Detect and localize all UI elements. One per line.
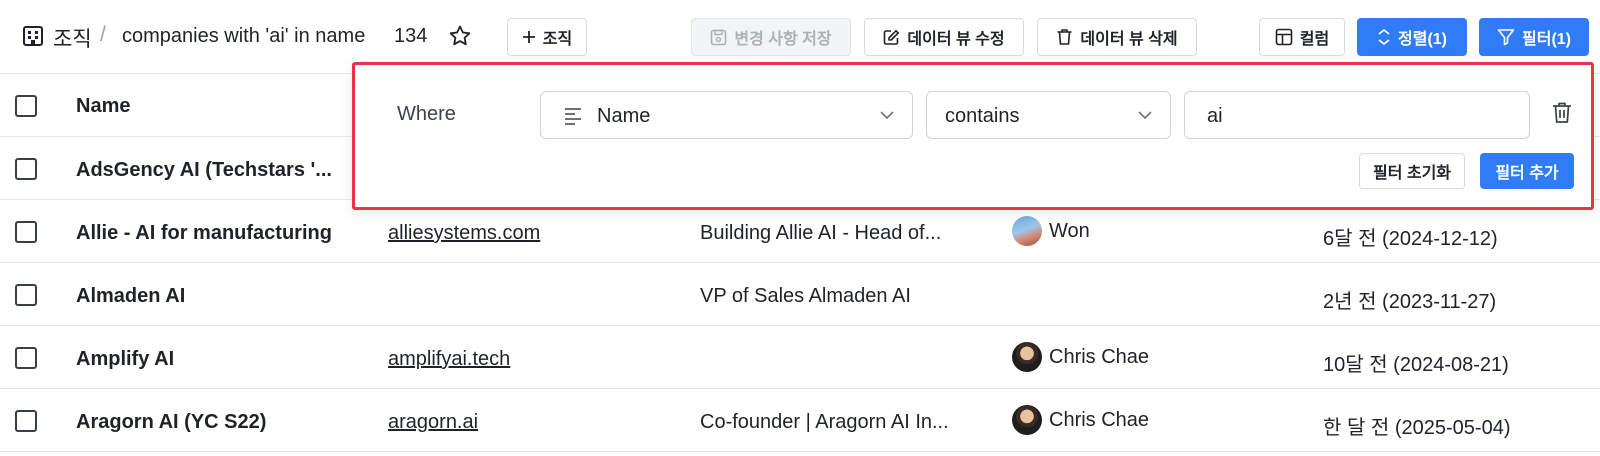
table-row[interactable]: Aragorn AI (YC S22) aragorn.ai Co-founde… [0, 390, 1600, 452]
filter-operator-value: contains [945, 105, 1020, 127]
column-header-name[interactable]: Name [76, 95, 130, 118]
plus-icon [522, 31, 535, 43]
row-checkbox[interactable] [15, 158, 37, 180]
avatar [1012, 342, 1042, 372]
record-count: 134 [394, 25, 428, 47]
add-organization-button[interactable]: 조직 [507, 18, 587, 56]
filter-operator-select[interactable]: contains [926, 91, 1171, 139]
company-description: VP of Sales Almaden AI [700, 285, 911, 307]
last-updated: 2년 전 (2023-11-27) [1323, 291, 1497, 313]
owner: Chris Chae [1012, 405, 1149, 435]
sort-icon [1378, 29, 1390, 45]
save-changes-button[interactable]: 변경 사항 저장 [691, 18, 851, 56]
columns-button[interactable]: 컬럼 [1259, 18, 1345, 56]
company-name[interactable]: Aragorn AI (YC S22) [76, 411, 266, 434]
sort-label: 정렬(1) [1398, 31, 1447, 48]
company-description: Co-founder | Aragorn AI In... [700, 411, 949, 433]
company-domain-link[interactable]: amplifyai.tech [388, 348, 510, 371]
reset-filter-button[interactable]: 필터 초기화 [1359, 153, 1465, 189]
filter-field-value: Name [597, 105, 651, 127]
row-checkbox[interactable] [15, 347, 37, 369]
filter-value-input[interactable]: ai [1184, 91, 1530, 139]
chevron-down-icon [1138, 111, 1152, 120]
owner-name: Won [1049, 219, 1090, 242]
where-label: Where [397, 103, 456, 125]
building-icon [22, 25, 44, 52]
row-checkbox[interactable] [15, 221, 37, 243]
delete-filter-icon[interactable] [1551, 101, 1573, 130]
avatar [1012, 216, 1042, 246]
avatar [1012, 405, 1042, 435]
filter-field-select[interactable]: Name [540, 91, 913, 139]
company-name[interactable]: AdsGency AI (Techstars '... [76, 159, 332, 182]
row-checkbox[interactable] [15, 410, 37, 432]
table-row[interactable]: Amplify AI amplifyai.tech Chris Chae 10달… [0, 327, 1600, 389]
company-description: Building Allie AI - Head of... [700, 222, 942, 244]
filter-popover: Where Name contains ai 필터 초기화 필터 추가 [352, 62, 1594, 210]
owner: Chris Chae [1012, 342, 1149, 372]
delete-view-button[interactable]: 데이터 뷰 삭제 [1037, 18, 1197, 56]
edit-view-button[interactable]: 데이터 뷰 수정 [864, 18, 1024, 56]
star-icon[interactable] [448, 24, 472, 53]
reset-filter-label: 필터 초기화 [1372, 165, 1452, 182]
add-filter-label: 필터 추가 [1495, 165, 1559, 182]
company-name[interactable]: Allie - AI for manufacturing [76, 222, 332, 245]
select-all-checkbox[interactable] [15, 95, 37, 117]
last-updated: 6달 전 (2024-12-12) [1323, 228, 1498, 250]
view-name: companies with 'ai' in name [122, 25, 366, 47]
filter-button[interactable]: 필터(1) [1479, 18, 1589, 56]
trash-icon [1057, 29, 1072, 45]
filter-value-text: ai [1207, 105, 1223, 127]
table-row[interactable]: Allie - AI for manufacturing alliesystem… [0, 201, 1600, 263]
row-checkbox[interactable] [15, 284, 37, 306]
company-name[interactable]: Almaden AI [76, 285, 185, 308]
sort-button[interactable]: 정렬(1) [1357, 18, 1467, 56]
add-organization-label: 조직 [542, 31, 573, 48]
breadcrumb-root[interactable]: 조직 [53, 23, 92, 53]
owner: Won [1012, 216, 1090, 246]
save-changes-label: 변경 사항 저장 [734, 31, 832, 48]
chevron-down-icon [880, 111, 894, 120]
last-updated: 한 달 전 (2025-05-04) [1323, 417, 1511, 439]
table-row[interactable]: Almaden AI VP of Sales Almaden AI 2년 전 (… [0, 264, 1600, 326]
edit-icon [884, 29, 900, 45]
columns-icon [1275, 28, 1293, 46]
company-domain-link[interactable]: aragorn.ai [388, 411, 478, 434]
owner-name: Chris Chae [1049, 408, 1150, 431]
filter-icon [1497, 29, 1515, 46]
save-icon [711, 29, 727, 45]
edit-view-label: 데이터 뷰 수정 [907, 31, 1005, 48]
breadcrumb-separator: / [100, 23, 106, 46]
text-field-icon [565, 108, 581, 125]
delete-view-label: 데이터 뷰 삭제 [1080, 31, 1178, 48]
company-domain-link[interactable]: alliesystems.com [388, 222, 540, 245]
filter-label: 필터(1) [1522, 31, 1571, 48]
columns-label: 컬럼 [1299, 31, 1330, 48]
last-updated: 10달 전 (2024-08-21) [1323, 354, 1509, 376]
company-name[interactable]: Amplify AI [76, 348, 174, 371]
owner-name: Chris Chae [1049, 345, 1150, 368]
add-filter-button[interactable]: 필터 추가 [1480, 153, 1574, 189]
